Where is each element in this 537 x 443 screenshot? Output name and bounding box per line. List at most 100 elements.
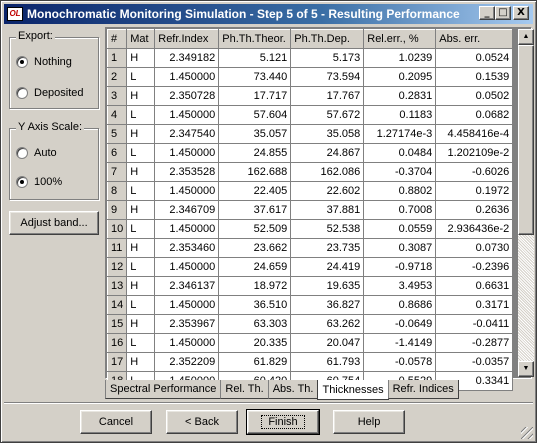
table-row[interactable]: 4 L 1.450000 57.604 57.672 0.1183 0.0682 [106,105,514,125]
table-cell[interactable]: 0.2095 [363,67,437,87]
radio-icon[interactable] [16,176,28,188]
table-cell[interactable]: 61.829 [218,352,292,372]
table-row[interactable]: 11 H 2.353460 23.662 23.735 0.3087 0.0730 [106,238,514,258]
table-cell[interactable]: 0.0730 [435,238,514,258]
table-cell[interactable]: 36.827 [290,295,365,315]
table-cell[interactable]: 61.793 [290,352,365,372]
table-cell[interactable]: 52.509 [218,219,292,239]
export-nothing-option[interactable]: Nothing [16,54,72,70]
table-cell[interactable]: 0.0559 [363,219,437,239]
table-cell[interactable]: 0.2636 [435,200,514,220]
table-cell[interactable]: 1.450000 [154,181,220,201]
table-cell[interactable]: 5.121 [218,48,292,68]
table-cell[interactable]: L [126,333,156,353]
table-row[interactable]: 9 H 2.346709 37.617 37.881 0.7008 0.2636 [106,200,514,220]
table-row[interactable]: 2 L 1.450000 73.440 73.594 0.2095 0.1539 [106,67,514,87]
table-cell[interactable]: 1.202109e-2 [435,143,514,163]
table-cell[interactable]: 24.659 [218,257,292,277]
table-cell[interactable]: L [126,219,156,239]
table-cell[interactable]: 19.635 [290,276,365,296]
column-header[interactable]: Rel.err., % [363,29,437,49]
table-cell[interactable]: 1.450000 [154,67,220,87]
table-cell[interactable]: 63.303 [218,314,292,334]
table-cell[interactable]: 1.0239 [363,48,437,68]
table-cell[interactable]: H [126,314,156,334]
scroll-up-icon[interactable]: ▲ [518,29,534,45]
tab-refr-indices[interactable]: Refr. Indices [387,380,459,399]
table-cell[interactable]: 2.353528 [154,162,220,182]
table-cell[interactable]: 2.352209 [154,352,220,372]
close-button[interactable]: X [513,6,529,20]
table-cell[interactable]: L [126,295,156,315]
column-header[interactable]: # [106,29,128,49]
table-cell[interactable]: 2.353460 [154,238,220,258]
cancel-button[interactable]: Cancel [80,410,152,434]
table-row[interactable]: 10 L 1.450000 52.509 52.538 0.0559 2.936436e-2 [106,219,514,239]
table-row[interactable]: 6 L 1.450000 24.855 24.867 0.0484 1.202109e-2 [106,143,514,163]
maximize-button[interactable]: □ [495,6,511,20]
table-cell[interactable]: 0.0682 [435,105,514,125]
results-grid[interactable]: # Mat Refr.Index Ph.Th.Theor. Ph.Th.Dep. Rel.… [105,27,534,391]
table-cell[interactable]: -0.9718 [363,257,437,277]
table-cell[interactable]: 17.717 [218,86,292,106]
table-cell[interactable]: 0.0524 [435,48,514,68]
table-cell[interactable]: 0.1183 [363,105,437,125]
table-cell[interactable]: 0.8802 [363,181,437,201]
table-cell[interactable]: 57.672 [290,105,365,125]
table-cell[interactable]: 1.450000 [154,257,220,277]
table-row[interactable]: 13 H 2.346137 18.972 19.635 3.4953 0.6631 [106,276,514,296]
adjust-band-button[interactable]: Adjust band... [9,211,99,235]
table-cell[interactable]: 18.972 [218,276,292,296]
table-cell[interactable]: H [126,200,156,220]
table-cell[interactable]: L [126,143,156,163]
table-cell[interactable]: 20.335 [218,333,292,353]
yaxis-100-option[interactable]: 100% [16,174,62,190]
table-cell[interactable]: -0.0411 [435,314,514,334]
table-cell[interactable]: 20.047 [290,333,365,353]
table-cell[interactable]: 0.2831 [363,86,437,106]
table-cell[interactable]: H [126,238,156,258]
table-cell[interactable]: 57.604 [218,105,292,125]
table-cell[interactable]: 1.450000 [154,333,220,353]
table-cell[interactable]: 1.450000 [154,143,220,163]
table-cell[interactable]: 35.058 [290,124,365,144]
table-cell[interactable]: -0.2396 [435,257,514,277]
table-row[interactable]: 5 H 2.347540 35.057 35.058 1.27174e-3 4.458416… [106,124,514,144]
table-cell[interactable]: 0.1539 [435,67,514,87]
column-header[interactable]: Ph.Th.Theor. [218,29,292,49]
table-cell[interactable]: 37.617 [218,200,292,220]
table-row[interactable]: 7 H 2.353528 162.688 162.086 -0.3704 -0.6026 [106,162,514,182]
table-cell[interactable]: 37.881 [290,200,365,220]
table-row[interactable]: 16 L 1.450000 20.335 20.047 -1.4149 -0.2877 [106,333,514,353]
back-button[interactable]: < Back [166,410,238,434]
table-cell[interactable]: 4.458416e-4 [435,124,514,144]
column-header[interactable]: Refr.Index [154,29,220,49]
table-cell[interactable]: 22.602 [290,181,365,201]
table-cell[interactable]: 0.3087 [363,238,437,258]
table-cell[interactable]: 73.594 [290,67,365,87]
resize-grip-icon[interactable] [521,427,533,439]
table-row[interactable]: 14 L 1.450000 36.510 36.827 0.8686 0.3171 [106,295,514,315]
table-cell[interactable]: 2.349182 [154,48,220,68]
table-cell[interactable]: 162.688 [218,162,292,182]
table-row[interactable]: 1 H 2.349182 5.121 5.173 1.0239 0.0524 [106,48,514,68]
table-row[interactable]: 17 H 2.352209 61.829 61.793 -0.0578 -0.0357 [106,352,514,372]
table-cell[interactable]: H [126,276,156,296]
table-cell[interactable]: 24.419 [290,257,365,277]
table-cell[interactable]: 162.086 [290,162,365,182]
column-header[interactable]: Abs. err. [435,29,514,49]
table-cell[interactable]: 0.7008 [363,200,437,220]
table-cell[interactable]: H [126,86,156,106]
table-cell[interactable]: 0.0502 [435,86,514,106]
export-deposited-option[interactable]: Deposited [16,85,84,101]
table-cell[interactable]: L [126,181,156,201]
table-cell[interactable]: -0.2877 [435,333,514,353]
table-cell[interactable]: 0.8686 [363,295,437,315]
table-cell[interactable]: 17.767 [290,86,365,106]
table-cell[interactable]: 36.510 [218,295,292,315]
table-cell[interactable]: -0.3704 [363,162,437,182]
table-cell[interactable]: -0.0578 [363,352,437,372]
table-cell[interactable]: 3.4953 [363,276,437,296]
table-row[interactable]: 12 L 1.450000 24.659 24.419 -0.9718 -0.2396 [106,257,514,277]
table-row[interactable]: 3 H 2.350728 17.717 17.767 0.2831 0.0502 [106,86,514,106]
